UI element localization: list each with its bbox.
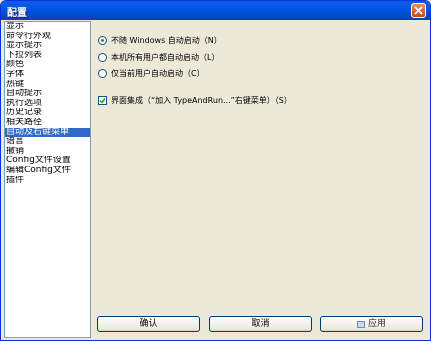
radio-button[interactable] [98,52,107,62]
radio-label: 本机所有用户都自动启动（L） [111,52,220,62]
sidebar-item[interactable]: 自动提示 [5,89,90,99]
sidebar-item[interactable]: 插件 [5,176,90,186]
sidebar-item[interactable]: 颜色 [5,60,90,70]
close-icon [414,6,423,15]
sidebar-item[interactable]: 执行选项 [5,99,90,109]
radio-button[interactable] [98,68,107,78]
checkbox-label: 界面集成（“加入 TypeAndRun...”右键菜单）（S） [111,95,292,105]
sidebar-item[interactable]: Config文件设置 [5,156,90,166]
radio-current-user-autostart[interactable]: 仅当前用户自动启动（C） [98,67,205,79]
checkbox[interactable] [98,95,107,105]
radio-button[interactable] [98,35,107,45]
sidebar-item[interactable]: 编辑Config文件 [5,166,90,176]
sidebar-item[interactable]: 相关路径 [5,118,90,128]
sidebar-item[interactable]: 显示提示 [5,41,90,51]
sidebar-item[interactable]: 历史记录 [5,108,90,118]
sidebar-item[interactable]: 撤销 [5,147,90,157]
sidebar-item[interactable]: 显示 [5,22,90,32]
radio-all-users-autostart[interactable]: 本机所有用户都自动启动（L） [98,51,219,63]
sidebar-item[interactable]: 命令行外观 [5,32,90,42]
radio-label: 不随 Windows 自动启动（N） [111,35,222,45]
radio-no-autostart[interactable]: 不随 Windows 自动启动（N） [98,34,222,46]
checkmark-icon [99,97,106,104]
sidebar-item[interactable]: 语言 [5,137,90,147]
close-button[interactable] [411,3,426,18]
apply-icon [356,320,365,328]
settings-category-list[interactable]: 显示 命令行外观 显示提示 下拉列表 颜色 字体 热键 自动提示 执行选项 历史记录 相关路径 自动及… [4,21,91,338]
config-dialog: 配置 显示 命令行外观 显示提示 下拉列表 颜色 字体 热键 自动提示 执行选项 历史记录 相关路径… [0,0,431,341]
checkbox-shell-integration[interactable]: 界面集成（“加入 TypeAndRun...”右键菜单）（S） [98,94,292,106]
apply-label: 应用 [367,319,386,329]
sidebar-item[interactable]: 下拉列表 [5,51,90,61]
window-title: 配置 [7,8,27,19]
cancel-button[interactable]: 取消 [209,316,312,332]
sidebar-item[interactable]: 自动及右键菜单 [5,127,90,138]
ok-button[interactable]: 确认 [97,316,200,332]
title-bar[interactable]: 配置 [1,1,430,20]
apply-button[interactable]: 应用 [320,316,423,332]
sidebar-item[interactable]: 字体 [5,70,90,80]
radio-label: 仅当前用户自动启动（C） [111,68,205,78]
sidebar-item[interactable]: 热键 [5,80,90,90]
